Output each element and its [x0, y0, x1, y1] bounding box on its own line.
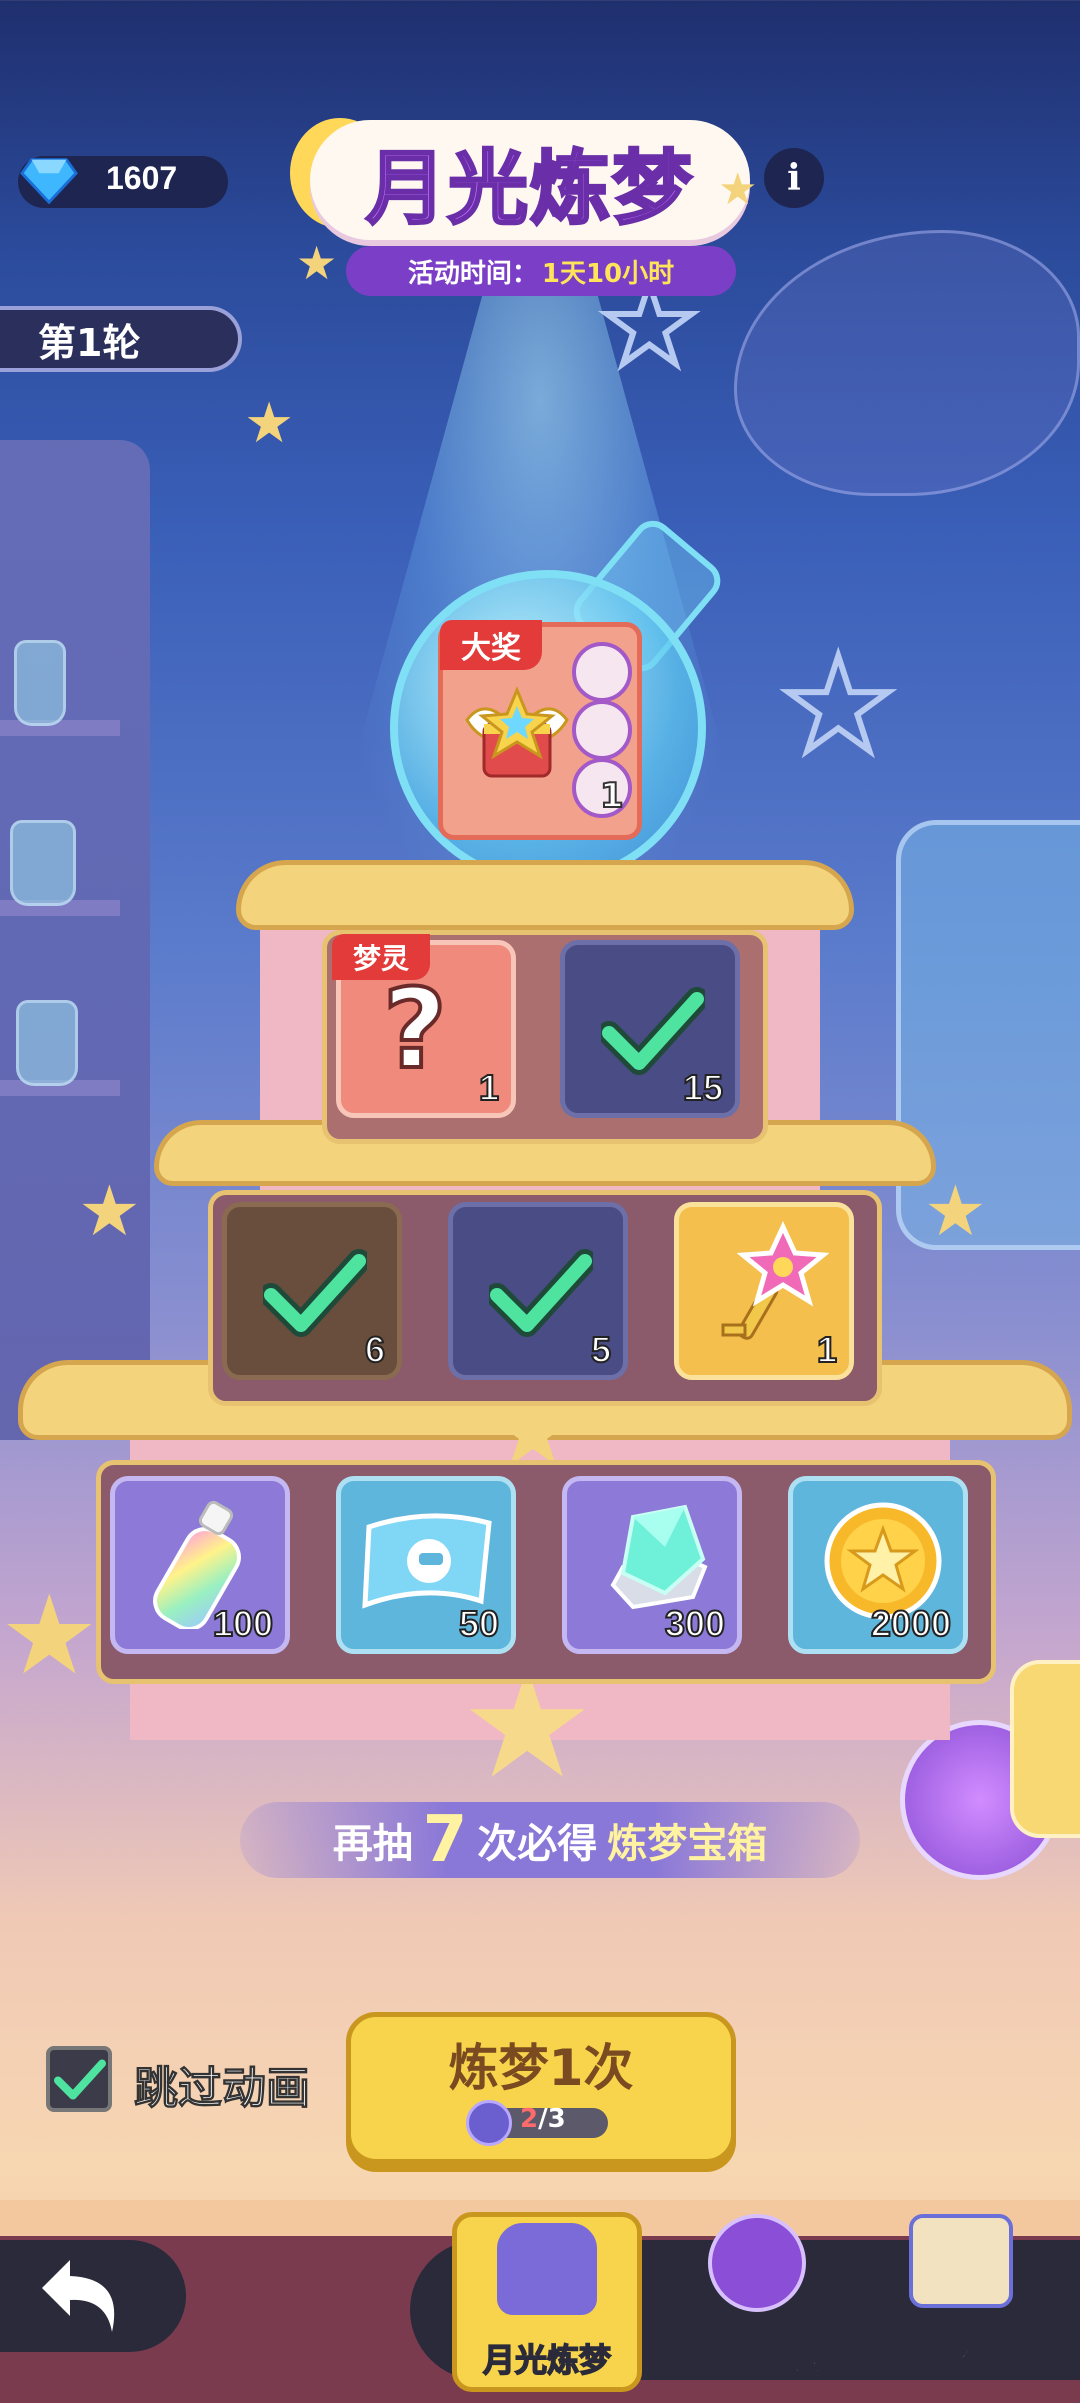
check-icon: [601, 987, 705, 1075]
diamond-icon: [20, 158, 78, 205]
cost-current: 2: [520, 2104, 539, 2134]
reward-count: 6: [364, 1328, 386, 1371]
avatar: [572, 700, 632, 760]
reward-count: 50: [458, 1602, 500, 1645]
star-decoration: ★: [296, 236, 338, 290]
check-icon: [263, 1249, 367, 1337]
tab-dream-tasks[interactable]: 炼梦任务: [866, 2206, 1056, 2386]
reward-count: 100: [212, 1602, 274, 1645]
reward-slot[interactable]: 15: [560, 940, 740, 1118]
reward-count: 1: [478, 1066, 500, 1109]
reward-slot[interactable]: 1: [674, 1202, 854, 1380]
check-icon: [489, 1249, 593, 1337]
cost-total: /3: [538, 2104, 566, 2134]
dream-spirit-tag: 梦灵: [332, 934, 430, 980]
cloud-decoration: [734, 230, 1080, 496]
reward-slot[interactable]: 2000: [788, 1476, 968, 1654]
bottle-decoration: [16, 1000, 78, 1086]
bottle-decoration: [10, 820, 76, 906]
event-time-bar: 活动时间： 1天10小时: [346, 246, 736, 296]
reward-count: 1: [816, 1328, 838, 1371]
reward-slot[interactable]: 50: [336, 1476, 516, 1654]
star-decoration: ★: [924, 1170, 987, 1252]
guarantee-middle: 次必得: [477, 1821, 598, 1867]
star-decoration: ★: [0, 1571, 99, 1699]
round-indicator: 第1轮: [0, 306, 242, 372]
event-title: 月光炼梦: [365, 141, 694, 237]
time-value: 1天10小时: [541, 258, 675, 289]
blueprint-map-icon: [362, 1513, 492, 1609]
guarantee-prefix: 再抽: [332, 1821, 413, 1867]
potion-shelf: [0, 440, 150, 1440]
guarantee-reward: 炼梦宝箱: [607, 1821, 768, 1867]
reward-slot[interactable]: 6: [222, 1202, 402, 1380]
star-decoration: ★: [78, 1170, 141, 1252]
potion-gift-icon: [708, 2214, 806, 2312]
draw-cost: 2/3: [520, 2104, 566, 2134]
grand-prize-label: 大奖: [440, 620, 542, 670]
reward-count: 300: [664, 1602, 726, 1645]
reward-count: 5: [590, 1328, 612, 1371]
info-button[interactable]: i: [764, 148, 824, 208]
check-icon: [54, 2059, 106, 2100]
reward-slot[interactable]: 100: [110, 1476, 290, 1654]
reward-slot[interactable]: 300: [562, 1476, 742, 1654]
tab-label: 炼梦任务: [896, 2339, 1026, 2379]
tab-label: 炼梦礼包: [692, 2339, 822, 2379]
bottle-decoration: [14, 640, 66, 726]
winged-star-chest-icon: [465, 686, 569, 778]
tab-label: 月光炼梦: [482, 2340, 612, 2380]
question-mark-icon: ?: [381, 963, 449, 1095]
moon-token-icon: [466, 2100, 512, 2146]
star-key-icon: [721, 1221, 829, 1340]
yellow-potion-decoration: [1010, 1660, 1080, 1838]
moon-machine-icon: [493, 2219, 601, 2319]
star-icon: ★: [718, 164, 758, 215]
hanging-star-decoration: ★: [244, 391, 295, 456]
reward-count: 2000: [870, 1602, 952, 1645]
time-label: 活动时间：: [407, 258, 538, 289]
back-arrow-icon: [42, 2260, 115, 2332]
tab-moonlight-dream[interactable]: 月光炼梦: [452, 2212, 642, 2392]
skip-animation-label[interactable]: 跳过动画: [134, 2052, 311, 2116]
scroll-task-icon: [909, 2214, 1013, 2308]
cabinet-roof: [236, 860, 854, 930]
skip-animation-checkbox[interactable]: [46, 2046, 112, 2112]
shelf-board: [0, 720, 120, 736]
gem-count: 1607: [106, 160, 178, 196]
draw-once-label: 炼梦1次: [448, 2039, 634, 2097]
guarantee-count: 7: [422, 1803, 468, 1877]
guarantee-banner: 再抽 7 次必得 炼梦宝箱: [240, 1802, 860, 1878]
reward-count: 15: [682, 1066, 724, 1109]
grand-prize-count: 1: [599, 775, 625, 817]
reward-slot[interactable]: 5: [448, 1202, 628, 1380]
star-outline-decoration: ★: [777, 629, 900, 781]
avatar: [572, 642, 632, 702]
tab-dream-gift[interactable]: 炼梦礼包: [662, 2206, 852, 2386]
